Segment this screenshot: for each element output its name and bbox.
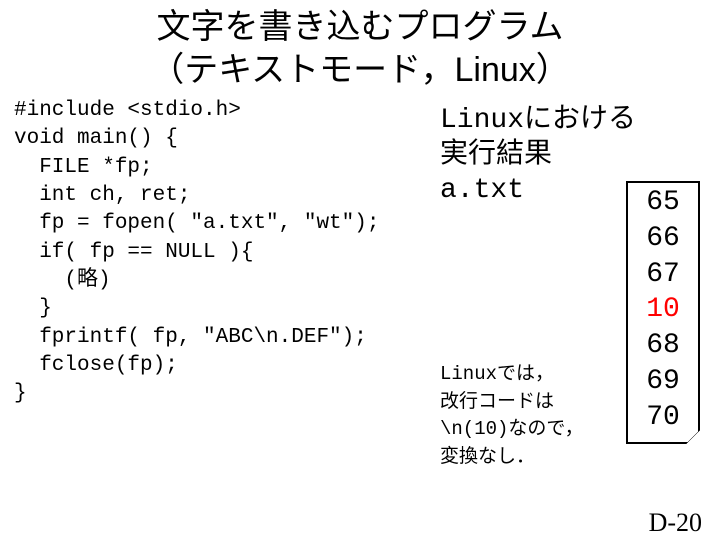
title-line-1: 文字を書き込むプログラム xyxy=(0,6,720,49)
code-block: #include <stdio.h> void main() { FILE *f… xyxy=(14,97,379,409)
file-row: 68 xyxy=(628,328,698,364)
file-row-highlight: 10 xyxy=(628,292,698,328)
slide-title: 文字を書き込むプログラム （テキストモード，Linux） xyxy=(0,6,720,91)
file-row: 65 xyxy=(628,185,698,221)
file-row: 69 xyxy=(628,364,698,400)
file-output-box: 65 66 67 10 68 69 70 xyxy=(626,181,700,444)
title-line-2: （テキストモード，Linux） xyxy=(0,49,720,92)
note-text: Linuxでは， 改行コードは \n(10)なので， 変換なし． xyxy=(440,361,584,471)
page-number: D-20 xyxy=(649,508,702,538)
page-fold-line xyxy=(686,430,700,444)
file-row: 66 xyxy=(628,221,698,257)
file-row: 67 xyxy=(628,257,698,293)
result-panel: Linuxにおける 実行結果 a.txt 65 66 67 10 68 69 7… xyxy=(440,103,700,208)
